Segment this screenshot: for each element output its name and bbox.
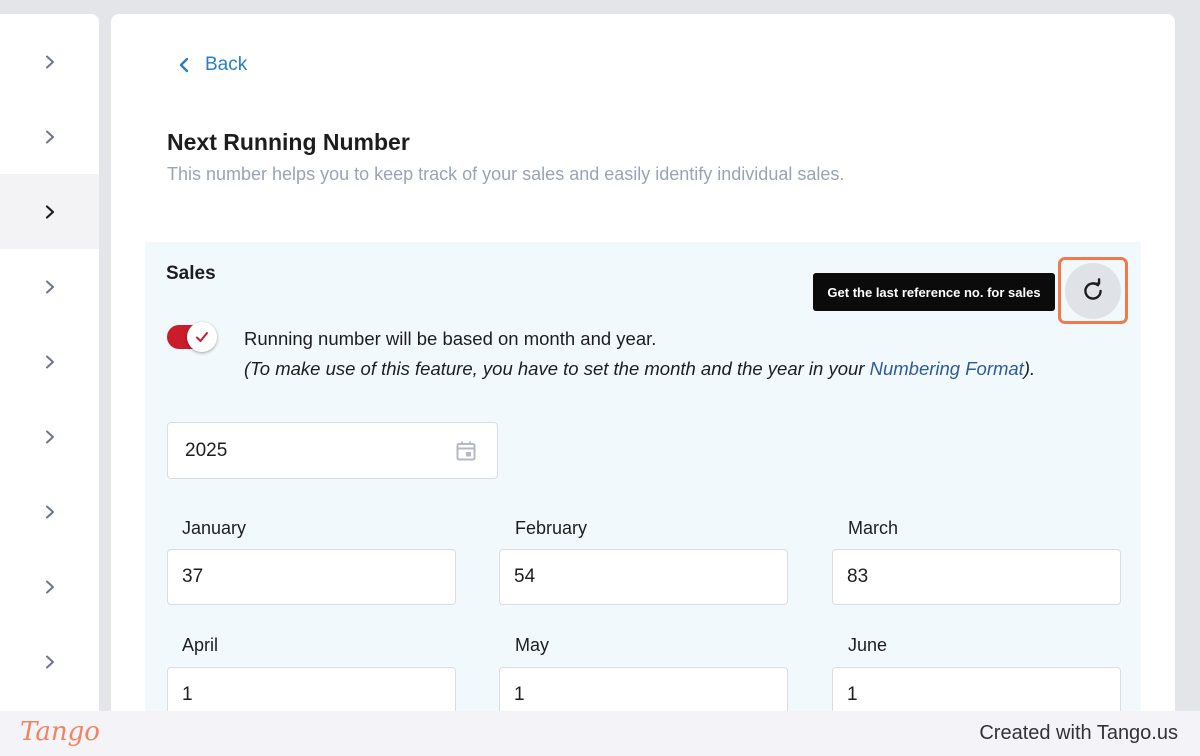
sidebar-item-8[interactable]: [0, 549, 99, 624]
toggle-knob: [187, 322, 217, 352]
created-with-label: Created with Tango.us: [979, 722, 1178, 744]
section-title: Sales: [166, 263, 216, 284]
month-label-february: February: [515, 518, 588, 538]
tango-logo: Tango: [20, 717, 100, 747]
refresh-button[interactable]: [1058, 257, 1128, 324]
month-label-march: March: [848, 518, 899, 538]
back-label: Back: [205, 54, 248, 75]
note-prefix: (To make use of this feature, you have t…: [244, 358, 870, 379]
month-label-may: May: [515, 635, 550, 655]
refresh-icon: [1084, 277, 1102, 300]
chevron-right-icon: [45, 204, 54, 219]
sidebar-item-2[interactable]: [0, 99, 99, 174]
sidebar-item-6[interactable]: [0, 399, 99, 474]
chevron-right-icon: [45, 655, 54, 668]
sales-panel: Sales Get the last reference no. for sal…: [145, 242, 1141, 714]
year-picker[interactable]: 2025: [167, 422, 498, 479]
month-label-january: January: [182, 518, 247, 538]
chevron-right-icon: [45, 280, 54, 293]
month-label-april: April: [182, 635, 219, 655]
sidebar-item-7[interactable]: [0, 474, 99, 549]
year-value: 2025: [185, 439, 228, 461]
month-label-june: June: [848, 635, 888, 655]
check-icon: [196, 332, 208, 342]
month-input-january[interactable]: [167, 549, 456, 605]
month-input-april[interactable]: [167, 667, 456, 714]
month-input-may[interactable]: [499, 667, 788, 714]
toggle-description: Running number will be based on month an…: [244, 324, 1035, 384]
page-subtitle: This number helps you to keep track of y…: [167, 164, 845, 184]
chevron-right-icon: [45, 130, 54, 143]
numbering-format-link[interactable]: Numbering Format: [870, 358, 1024, 379]
chevron-right-icon: [45, 55, 54, 68]
page-title: Next Running Number: [167, 129, 410, 155]
sidebar-item-9[interactable]: [0, 624, 99, 699]
note-suffix: ).: [1023, 358, 1036, 379]
month-input-march[interactable]: [832, 549, 1121, 605]
calendar-icon: [456, 441, 476, 461]
back-link[interactable]: Back: [177, 54, 247, 76]
month-input-february[interactable]: [499, 549, 788, 605]
sidebar-item-3[interactable]: [0, 174, 99, 249]
month-year-toggle[interactable]: [167, 321, 217, 352]
chevron-right-icon: [45, 355, 54, 368]
sidebar: [0, 14, 99, 714]
main-card: Back Next Running Number This number hel…: [111, 14, 1175, 714]
sidebar-item-4[interactable]: [0, 249, 99, 324]
refresh-button-circle[interactable]: [1065, 262, 1121, 319]
month-input-june[interactable]: [832, 667, 1121, 714]
sidebar-item-5[interactable]: [0, 324, 99, 399]
sidebar-item-1[interactable]: [0, 24, 99, 99]
toggle-note: (To make use of this feature, you have t…: [244, 354, 1035, 384]
chevron-right-icon: [45, 505, 54, 518]
chevron-right-icon: [45, 580, 54, 593]
refresh-tooltip: Get the last reference no. for sales: [813, 273, 1055, 311]
toggle-label: Running number will be based on month an…: [244, 328, 657, 349]
footer: Tango Created with Tango.us: [0, 711, 1200, 756]
chevron-right-icon: [45, 430, 54, 443]
chevron-left-icon: [179, 57, 189, 73]
